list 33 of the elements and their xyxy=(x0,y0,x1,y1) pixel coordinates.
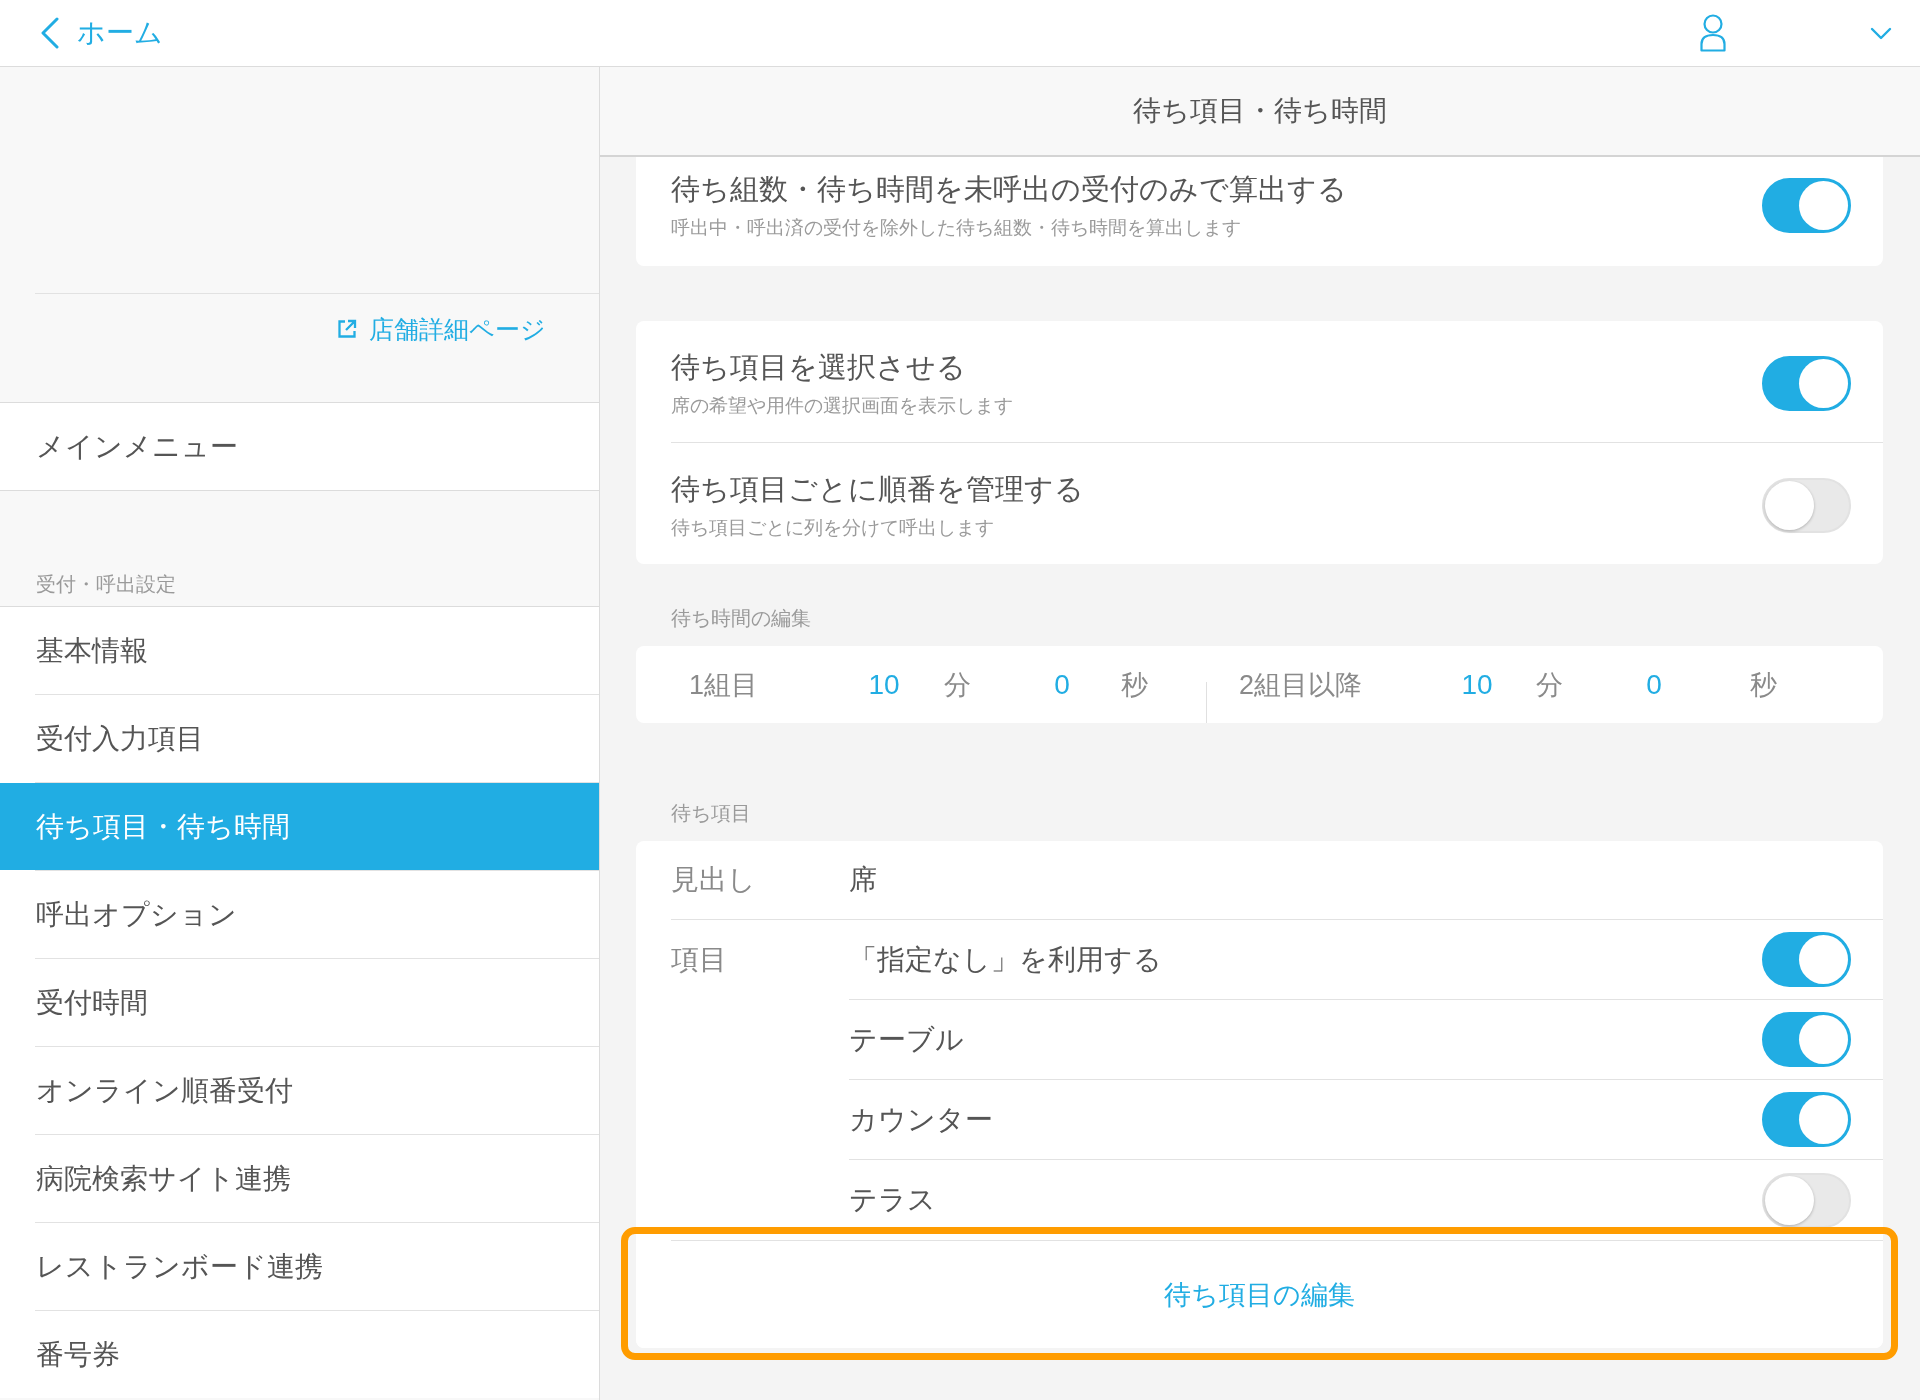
setting-title: 待ち項目ごとに順番を管理する xyxy=(671,472,1084,507)
item-label: カウンター xyxy=(849,1102,993,1137)
item-label: テーブル xyxy=(849,1022,964,1057)
item-label: テラス xyxy=(849,1183,936,1217)
toggle-switch[interactable] xyxy=(1762,178,1851,233)
panel-title: 待ち項目・待ち時間 xyxy=(1133,94,1387,128)
item-label: 「指定なし」を利用する xyxy=(849,942,1162,977)
toggle-switch[interactable] xyxy=(1762,1092,1851,1147)
external-link-icon xyxy=(337,319,357,339)
section-label: 受付・呼出設定 xyxy=(36,572,176,597)
setting-description: 待ち項目ごとに列を分けて呼出します xyxy=(671,516,994,540)
entry-label: 1組目 xyxy=(689,668,760,702)
items-label: 項目 xyxy=(671,943,727,977)
heading-value: 席 xyxy=(849,863,877,897)
unit-label: 分 xyxy=(1534,668,1564,702)
setting-description: 席の希望や用件の選択画面を表示します xyxy=(671,394,1013,418)
main-menu-item[interactable]: メインメニュー xyxy=(0,402,599,491)
unit-label: 秒 xyxy=(1119,668,1149,702)
entry-label: 2組目以降 xyxy=(1239,668,1364,702)
user-icon[interactable] xyxy=(1699,14,1727,52)
setting-title: 待ち組数・待ち時間を未呼出の受付のみで算出する xyxy=(671,172,1347,207)
toggle-switch[interactable] xyxy=(1762,932,1851,987)
toggle-switch[interactable] xyxy=(1762,356,1851,411)
chevron-down-icon[interactable] xyxy=(1870,26,1892,40)
unit-label: 分 xyxy=(942,668,972,702)
unit-label: 秒 xyxy=(1748,668,1778,702)
section-label: 待ち項目 xyxy=(670,801,752,826)
chevron-left-icon xyxy=(40,17,60,49)
section-label: 待ち時間の編集 xyxy=(670,606,812,631)
setting-description: 呼出中・呼出済の受付を除外した待ち組数・待ち時間を算出します xyxy=(671,216,1241,240)
toggle-switch[interactable] xyxy=(1762,1012,1851,1067)
heading-label: 見出し xyxy=(671,863,757,897)
setting-title: 待ち項目を選択させる xyxy=(671,350,966,385)
